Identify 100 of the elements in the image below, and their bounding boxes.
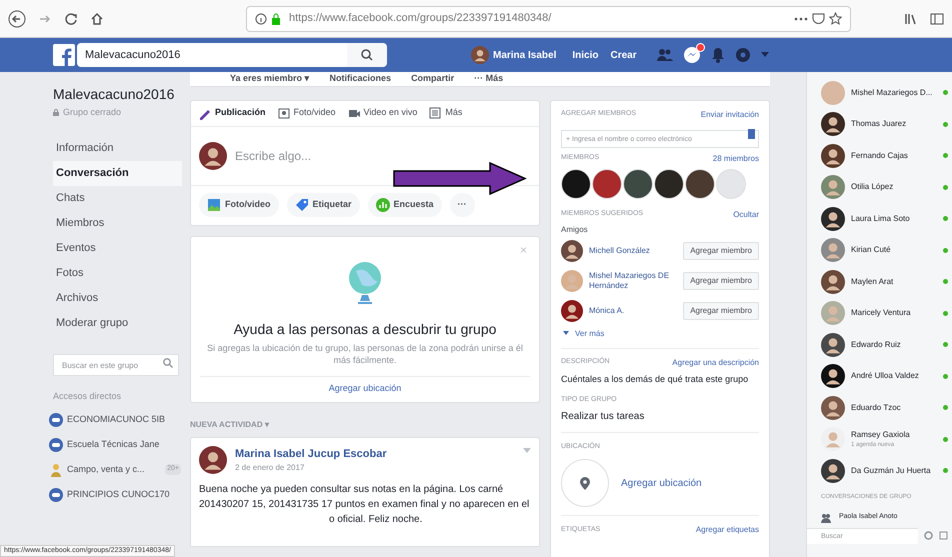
group-search-field[interactable]: Buscar en este grupo xyxy=(53,354,179,376)
member-name-link[interactable]: Michell González xyxy=(589,246,678,256)
avatar-icon xyxy=(199,142,227,170)
url-field[interactable]: https://www.facebook.com/groups/223397191480348/ xyxy=(246,6,851,32)
sidebar-item[interactable]: Archivos xyxy=(53,286,182,310)
search-icon xyxy=(361,49,373,61)
section-link[interactable]: Agregar una descripción xyxy=(672,356,759,368)
add-member-button[interactable]: Agregar miembro xyxy=(683,272,759,290)
chat-contact[interactable]: Thomas Juarez xyxy=(807,108,952,140)
chat-contact[interactable]: Otilia López xyxy=(807,172,952,203)
avatar-icon xyxy=(561,300,583,322)
card-title: Ayuda a las personas a descubrir tu grupo xyxy=(234,320,496,339)
add-member-button[interactable]: Agregar miembro xyxy=(683,302,759,320)
shortcut-item[interactable]: PRINCIPIOS CUNOC170 xyxy=(49,482,181,507)
avatar-icon xyxy=(821,427,845,452)
back-icon xyxy=(8,10,26,28)
chat-contact[interactable]: Eduardo Tzoc xyxy=(807,392,952,424)
photo-icon xyxy=(207,198,221,212)
cover-action-button[interactable]: Compartir xyxy=(411,72,454,86)
member-avatar[interactable] xyxy=(561,168,591,198)
group-icon xyxy=(49,412,63,426)
add-location-link[interactable]: Agregar ubicación xyxy=(328,382,402,396)
member-name-link[interactable]: Mishel Mazariegos DE Hernández xyxy=(589,270,678,290)
sidebar-item[interactable]: Información xyxy=(53,136,182,160)
privacy-label: Grupo cerrado xyxy=(63,106,122,119)
add-location-link[interactable]: Agregar ubicación xyxy=(621,476,702,490)
composer-action-button[interactable]: Foto/video xyxy=(199,193,278,217)
composer-action-button[interactable]: Encuesta xyxy=(368,193,442,217)
cover-action-button[interactable]: Notificaciones xyxy=(330,72,392,86)
member-name-link[interactable]: Mónica A. xyxy=(589,306,678,316)
composer-tab[interactable]: Foto/video xyxy=(278,100,336,126)
avatar-icon xyxy=(821,238,845,262)
document-icon xyxy=(429,106,442,120)
sidebar-item[interactable]: Miembros xyxy=(53,210,182,236)
section-link[interactable]: Agregar etiquetas xyxy=(696,524,759,536)
composer-tab[interactable]: Video en vivo xyxy=(348,100,418,126)
post-input-field[interactable]: Escribe algo... xyxy=(235,146,531,164)
nav-link[interactable]: Crear xyxy=(610,48,637,62)
profile-link[interactable]: Marina Isabel xyxy=(467,43,560,67)
bookmark-star-icon xyxy=(829,12,842,25)
avatar-icon xyxy=(821,112,845,136)
search-field[interactable]: Malevacacuno2016 xyxy=(77,43,347,67)
avatar-icon xyxy=(821,80,845,105)
chat-contact[interactable]: Edwardo Ruiz xyxy=(807,329,952,360)
post-text: o oficial. Feliz noche. xyxy=(328,513,424,527)
sidebar-item[interactable]: Eventos xyxy=(53,236,182,260)
chat-contact[interactable]: Mishel Mazariegos D... xyxy=(807,77,952,108)
sidebar-icon xyxy=(930,12,944,26)
search-icon xyxy=(163,358,173,368)
chat-contact[interactable]: Maricely Ventura xyxy=(807,298,952,329)
composer-action-button[interactable]: ··· xyxy=(450,193,475,217)
chat-contact[interactable]: Maylen Arat xyxy=(807,266,952,298)
info-icon xyxy=(255,12,267,24)
section-link[interactable]: Enviar invitación xyxy=(700,108,759,120)
composer-action-button[interactable]: Etiquetar xyxy=(286,193,360,217)
member-avatar[interactable] xyxy=(654,168,684,198)
composer-tab[interactable]: Publicación xyxy=(199,100,266,126)
globe-icon xyxy=(348,260,382,306)
contact-book-icon xyxy=(748,128,755,138)
author-link[interactable]: Marina Isabel Jucup Escobar xyxy=(235,446,387,462)
library-icon xyxy=(904,12,918,26)
messenger-icon xyxy=(682,46,701,64)
description-prompt: Cuéntales a los demás de qué trata este grupo xyxy=(561,372,750,386)
friends-label: Amigos xyxy=(561,224,589,236)
member-avatar[interactable] xyxy=(685,168,715,198)
lock-icon xyxy=(53,109,59,116)
cover-action-button[interactable]: ··· Más xyxy=(474,72,504,86)
sidebar-item[interactable]: Fotos xyxy=(53,260,182,286)
nav-link[interactable]: Inicio xyxy=(572,48,598,62)
avatar-icon xyxy=(821,175,845,200)
sidebar-item[interactable]: Chats xyxy=(53,186,182,210)
tag-icon xyxy=(294,198,308,212)
chat-contact[interactable]: André Ulloa Valdez xyxy=(807,360,952,392)
member-avatar[interactable] xyxy=(623,168,653,198)
shortcut-item[interactable]: Escuela Técnicas Jane xyxy=(49,432,181,457)
photo-icon xyxy=(278,106,290,120)
chat-contact[interactable]: Kirian Cuté xyxy=(807,234,952,266)
avatar-icon xyxy=(561,270,583,292)
chat-contact[interactable]: Fernando Cajas xyxy=(807,140,952,172)
sidebar-item[interactable]: Conversación xyxy=(53,160,182,186)
lock-icon xyxy=(271,12,281,24)
group-icon xyxy=(49,488,63,502)
avatar-icon xyxy=(561,240,583,262)
section-link[interactable]: Ocultar xyxy=(733,208,759,220)
reload-icon xyxy=(64,12,78,26)
caret-icon xyxy=(523,448,531,454)
cover-action-button[interactable]: Ya eres miembro ▾ xyxy=(230,72,310,86)
avatar-icon xyxy=(821,206,845,231)
composer-tab[interactable]: Más xyxy=(429,100,462,126)
sidebar-item[interactable]: Moderar grupo xyxy=(53,310,182,336)
section-link[interactable]: 28 miembros xyxy=(712,152,759,164)
chat-contact[interactable]: Laura Lima Soto xyxy=(807,203,952,234)
add-member-button[interactable]: Agregar miembro xyxy=(683,242,759,260)
see-more-link[interactable]: Ver más xyxy=(575,328,604,340)
member-avatar[interactable] xyxy=(592,168,622,198)
avatar-icon xyxy=(821,301,845,326)
search-button[interactable] xyxy=(347,43,387,67)
chat-contact[interactable]: Da Guzmán Ju Huerta xyxy=(807,455,952,486)
shortcut-item[interactable]: ECONOMIACUNOC 5IB xyxy=(49,407,181,432)
pocket-icon xyxy=(812,12,825,25)
